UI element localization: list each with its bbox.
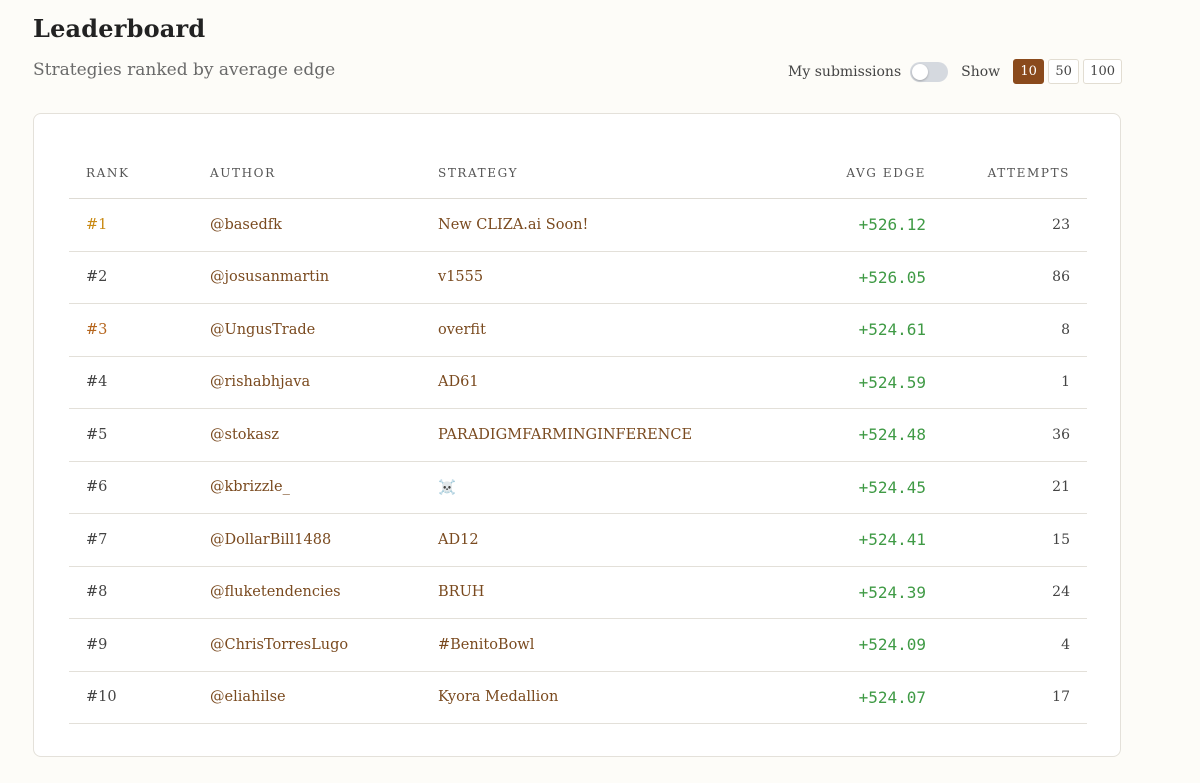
strategy-link[interactable]: ☠️ (438, 480, 456, 496)
author-link[interactable]: @josusanmartin (210, 269, 329, 285)
strategy-link[interactable]: overfit (438, 322, 486, 338)
strategy-link[interactable]: BRUH (438, 584, 484, 600)
rank-cell: #9 (69, 618, 210, 672)
strategy-link[interactable]: AD12 (438, 532, 479, 548)
leaderboard-panel: RANK AUTHOR STRATEGY AVG EDGE ATTEMPTS #… (33, 113, 1121, 757)
author-link[interactable]: @eliahilse (210, 689, 286, 705)
rank-cell: #8 (69, 566, 210, 619)
avg-edge-cell: +526.05 (750, 251, 926, 304)
rank-cell: #2 (69, 251, 210, 304)
attempts-cell: 21 (926, 461, 1087, 514)
column-header-rank: RANK (69, 147, 210, 199)
table-row: #10 @eliahilse Kyora Medallion +524.07 1… (69, 671, 1087, 724)
author-link[interactable]: @rishabhjava (210, 374, 310, 390)
author-link[interactable]: @stokasz (210, 427, 279, 443)
table-row: #8 @fluketendencies BRUH +524.39 24 (69, 566, 1087, 619)
table-row: #4 @rishabhjava AD61 +524.59 1 (69, 356, 1087, 409)
my-submissions-label: My submissions (788, 63, 902, 80)
strategy-link[interactable]: AD61 (438, 374, 479, 390)
avg-edge-cell: +524.45 (750, 461, 926, 514)
rank-cell: #3 (69, 303, 210, 357)
author-link[interactable]: @ChrisTorresLugo (210, 637, 348, 653)
column-header-strategy: STRATEGY (438, 147, 750, 199)
table-row: #2 @josusanmartin v1555 +526.05 86 (69, 251, 1087, 304)
strategy-link[interactable]: PARADIGMFARMINGINFERENCE (438, 427, 692, 443)
table-row: #5 @stokasz PARADIGMFARMINGINFERENCE +52… (69, 408, 1087, 462)
table-row: #3 @UngusTrade overfit +524.61 8 (69, 303, 1087, 357)
table-header-row: RANK AUTHOR STRATEGY AVG EDGE ATTEMPTS (69, 147, 1087, 199)
author-link[interactable]: @fluketendencies (210, 584, 341, 600)
attempts-cell: 36 (926, 408, 1087, 462)
column-header-avg-edge: AVG EDGE (750, 147, 926, 199)
attempts-cell: 4 (926, 618, 1087, 672)
strategy-link[interactable]: v1555 (438, 269, 483, 285)
strategy-link[interactable]: #BenitoBowl (438, 637, 534, 653)
rank-cell: #6 (69, 461, 210, 514)
strategy-link[interactable]: Kyora Medallion (438, 689, 558, 705)
page-title: Leaderboard (33, 14, 206, 43)
attempts-cell: 17 (926, 671, 1087, 724)
strategy-link[interactable]: New CLIZA.ai Soon! (438, 217, 588, 233)
avg-edge-cell: +524.07 (750, 671, 926, 724)
rank-cell: #7 (69, 513, 210, 567)
table-row: #1 @basedfk New CLIZA.ai Soon! +526.12 2… (69, 198, 1087, 252)
avg-edge-cell: +524.48 (750, 408, 926, 462)
show-label: Show (961, 63, 1001, 80)
leaderboard-table: RANK AUTHOR STRATEGY AVG EDGE ATTEMPTS #… (69, 147, 1087, 724)
author-link[interactable]: @basedfk (210, 217, 282, 233)
avg-edge-cell: +524.41 (750, 513, 926, 567)
author-link[interactable]: @kbrizzle_ (210, 479, 290, 495)
column-header-attempts: ATTEMPTS (926, 147, 1087, 199)
avg-edge-cell: +524.09 (750, 618, 926, 672)
leaderboard-controls: My submissions Show 10 50 100 (788, 58, 1122, 85)
table-row: #6 @kbrizzle_ ☠️ +524.45 21 (69, 461, 1087, 514)
author-link[interactable]: @DollarBill1488 (210, 532, 331, 548)
attempts-cell: 23 (926, 198, 1087, 252)
page-size-10-button[interactable]: 10 (1013, 59, 1045, 84)
attempts-cell: 24 (926, 566, 1087, 619)
column-header-author: AUTHOR (210, 147, 438, 199)
attempts-cell: 15 (926, 513, 1087, 567)
avg-edge-cell: +524.59 (750, 356, 926, 409)
attempts-cell: 8 (926, 303, 1087, 357)
attempts-cell: 1 (926, 356, 1087, 409)
rank-cell: #4 (69, 356, 210, 409)
toggle-knob (912, 63, 929, 80)
rank-cell: #5 (69, 408, 210, 462)
page-subtitle: Strategies ranked by average edge (33, 60, 336, 80)
page-size-50-button[interactable]: 50 (1048, 59, 1080, 84)
attempts-cell: 86 (926, 251, 1087, 304)
my-submissions-toggle[interactable] (910, 61, 949, 82)
author-link[interactable]: @UngusTrade (210, 322, 315, 338)
avg-edge-cell: +526.12 (750, 198, 926, 252)
page-size-100-button[interactable]: 100 (1083, 59, 1122, 84)
avg-edge-cell: +524.61 (750, 303, 926, 357)
avg-edge-cell: +524.39 (750, 566, 926, 619)
rank-cell: #10 (69, 671, 210, 724)
table-row: #9 @ChrisTorresLugo #BenitoBowl +524.09 … (69, 618, 1087, 672)
table-row: #7 @DollarBill1488 AD12 +524.41 15 (69, 513, 1087, 567)
rank-cell: #1 (69, 198, 210, 252)
